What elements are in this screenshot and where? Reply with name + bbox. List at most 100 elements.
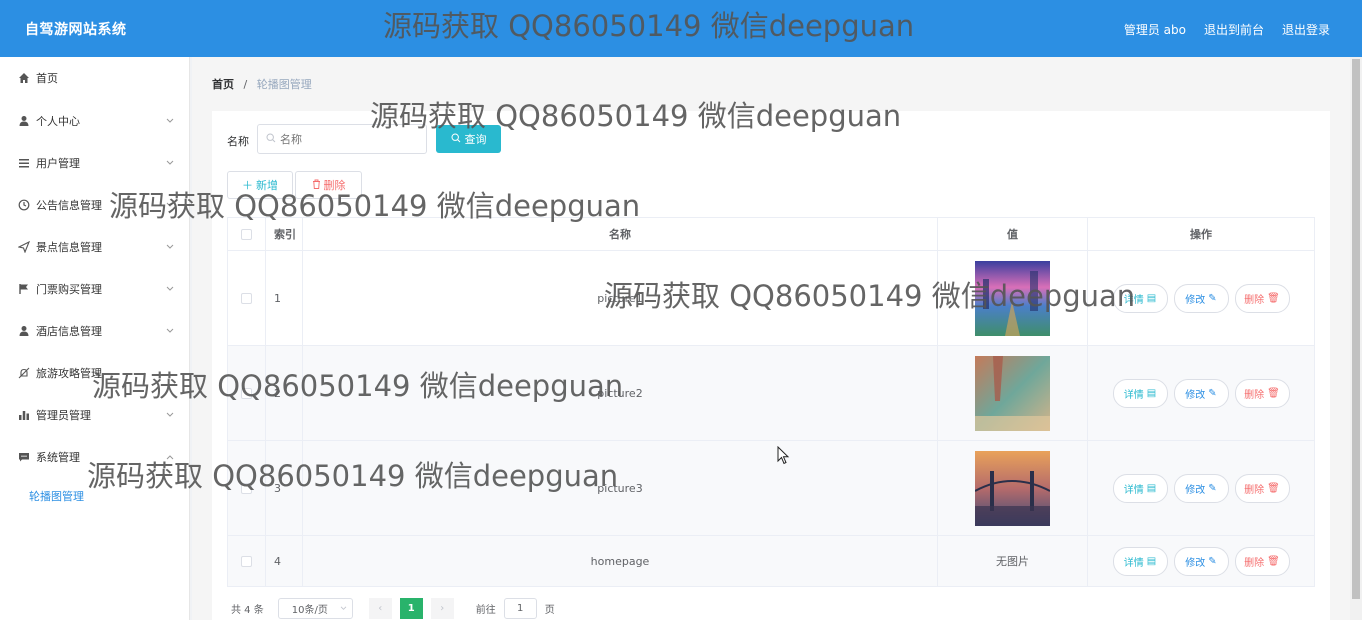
search-icon — [266, 132, 276, 146]
detail-button[interactable]: 详情 ▤ — [1112, 378, 1168, 408]
carousel-table: 索引 名称 值 操作 1 picture1 详情 ▤ 修改 ✎ 删除 🗑 2 p… — [227, 217, 1315, 587]
sidebar-item-guides[interactable]: 旅游攻略管理 — [0, 352, 190, 394]
batch-delete-button[interactable]: 删除 — [295, 171, 362, 199]
chevron-down-icon — [166, 408, 174, 421]
plus-icon: ＋ — [242, 179, 253, 192]
breadcrumb: 首页 / 轮播图管理 — [212, 76, 312, 92]
row-checkbox[interactable] — [241, 387, 252, 399]
delete-button[interactable]: 删除 🗑 — [1234, 473, 1290, 503]
chevron-down-icon — [340, 603, 347, 614]
clock-icon — [18, 199, 30, 211]
document-icon: ▤ — [1146, 555, 1157, 567]
row-ops: 详情 ▤ 修改 ✎ 删除 🗑 — [1088, 536, 1314, 586]
vertical-scrollbar[interactable] — [1350, 57, 1362, 620]
row-ops: 详情 ▤ 修改 ✎ 删除 🗑 — [1088, 441, 1314, 535]
sidebar-item-label: 首页 — [36, 72, 58, 85]
sidebar-subitem-carousel[interactable]: 轮播图管理 — [29, 488, 84, 504]
page-number-button[interactable]: 1 — [399, 598, 423, 619]
sidebar-item-label: 管理员管理 — [36, 409, 91, 422]
sidebar-item-announcements[interactable]: 公告信息管理 — [0, 184, 190, 226]
detail-button[interactable]: 详情 ▤ — [1112, 283, 1168, 313]
sidebar-item-label: 酒店信息管理 — [36, 325, 102, 338]
breadcrumb-home[interactable]: 首页 — [212, 78, 234, 91]
sidebar-item-users[interactable]: 用户管理 — [0, 142, 190, 184]
sidebar-item-label: 景点信息管理 — [36, 241, 102, 254]
pagination-total: 共 4 条 — [231, 605, 264, 616]
trash-icon: 🗑 — [1267, 292, 1280, 304]
chevron-down-icon — [166, 114, 174, 127]
sidebar-item-attractions[interactable]: 景点信息管理 — [0, 226, 190, 268]
pencil-icon: ✎ — [1208, 292, 1217, 304]
chevron-down-icon — [166, 282, 174, 295]
row-index: 4 — [266, 536, 303, 586]
row-check-cell — [228, 536, 266, 586]
pencil-icon: ✎ — [1208, 555, 1217, 567]
row-ops: 详情 ▤ 修改 ✎ 删除 🗑 — [1088, 346, 1314, 440]
trash-icon: 🗑 — [1267, 387, 1280, 399]
header-name: 名称 — [303, 218, 938, 250]
sidebar-item-label: 系统管理 — [36, 451, 80, 464]
top-links: 管理员 abo 退出到前台 退出登录 — [1124, 21, 1330, 38]
chevron-left-icon: ‹ — [378, 603, 383, 614]
scrollbar-thumb[interactable] — [1352, 59, 1360, 599]
sidebar-item-label: 公告信息管理 — [36, 199, 102, 212]
edit-button[interactable]: 修改 ✎ — [1173, 283, 1229, 313]
detail-button[interactable]: 详情 ▤ — [1112, 473, 1168, 503]
sidebar-item-personal[interactable]: 个人中心 — [0, 100, 190, 142]
delete-button-label: 删除 — [323, 179, 346, 192]
breadcrumb-separator: / — [243, 78, 248, 91]
delete-button-label: 删除 — [1244, 484, 1265, 496]
chevron-down-icon — [166, 240, 174, 253]
add-button[interactable]: ＋ 新增 — [227, 171, 293, 199]
next-page-button[interactable]: › — [430, 598, 454, 619]
row-name: picture2 — [303, 346, 938, 440]
goto-front-link[interactable]: 退出到前台 — [1204, 21, 1264, 38]
goto-page-input[interactable]: 1 — [503, 598, 537, 619]
sidebar-item-system[interactable]: 系统管理 — [0, 436, 190, 478]
table-header: 索引 名称 值 操作 — [228, 218, 1314, 251]
row-checkbox[interactable] — [241, 555, 252, 567]
sidebar-item-tickets[interactable]: 门票购买管理 — [0, 268, 190, 310]
bell-off-icon — [18, 367, 30, 379]
thumbnail-image — [975, 260, 1050, 336]
list-icon — [18, 157, 30, 169]
sidebar-item-label: 个人中心 — [36, 115, 80, 128]
sidebar-item-hotels[interactable]: 酒店信息管理 — [0, 310, 190, 352]
detail-button[interactable]: 详情 ▤ — [1112, 546, 1168, 576]
edit-button-label: 修改 — [1185, 484, 1206, 496]
search-field[interactable] — [257, 124, 427, 154]
chevron-down-icon — [166, 156, 174, 169]
search-button[interactable]: 查询 — [436, 125, 501, 153]
header-value: 值 — [938, 218, 1088, 250]
pencil-icon: ✎ — [1208, 387, 1217, 399]
edit-button[interactable]: 修改 ✎ — [1173, 546, 1229, 576]
row-ops: 详情 ▤ 修改 ✎ 删除 🗑 — [1088, 251, 1314, 345]
thumbnail-image — [975, 355, 1050, 431]
row-value: 无图片 — [938, 536, 1088, 586]
prev-page-button[interactable]: ‹ — [368, 598, 392, 619]
row-value — [938, 441, 1088, 535]
row-name: picture1 — [303, 251, 938, 345]
logout-link[interactable]: 退出登录 — [1282, 21, 1330, 38]
header-ops: 操作 — [1190, 228, 1212, 241]
sidebar-item-admins[interactable]: 管理员管理 — [0, 394, 190, 436]
delete-button[interactable]: 删除 🗑 — [1234, 378, 1290, 408]
sidebar-item-home[interactable]: 首页 — [0, 57, 190, 99]
delete-button[interactable]: 删除 🗑 — [1234, 546, 1290, 576]
select-all-checkbox[interactable] — [241, 228, 252, 240]
edit-button[interactable]: 修改 ✎ — [1173, 378, 1229, 408]
page-size-value: 10条/页 — [291, 605, 328, 616]
page-size-select[interactable]: 10条/页 — [277, 598, 353, 619]
send-icon — [18, 241, 30, 253]
delete-button[interactable]: 删除 🗑 — [1234, 283, 1290, 313]
admin-user-link[interactable]: 管理员 abo — [1124, 21, 1186, 38]
goto-label: 前往 — [475, 605, 496, 616]
search-input[interactable] — [280, 132, 420, 146]
row-name: picture3 — [303, 441, 938, 535]
trash-icon — [312, 179, 321, 192]
row-checkbox[interactable] — [241, 292, 252, 304]
row-checkbox[interactable] — [241, 482, 252, 494]
search-label: 名称 — [227, 135, 249, 148]
edit-button[interactable]: 修改 ✎ — [1173, 473, 1229, 503]
home-icon — [18, 72, 30, 84]
